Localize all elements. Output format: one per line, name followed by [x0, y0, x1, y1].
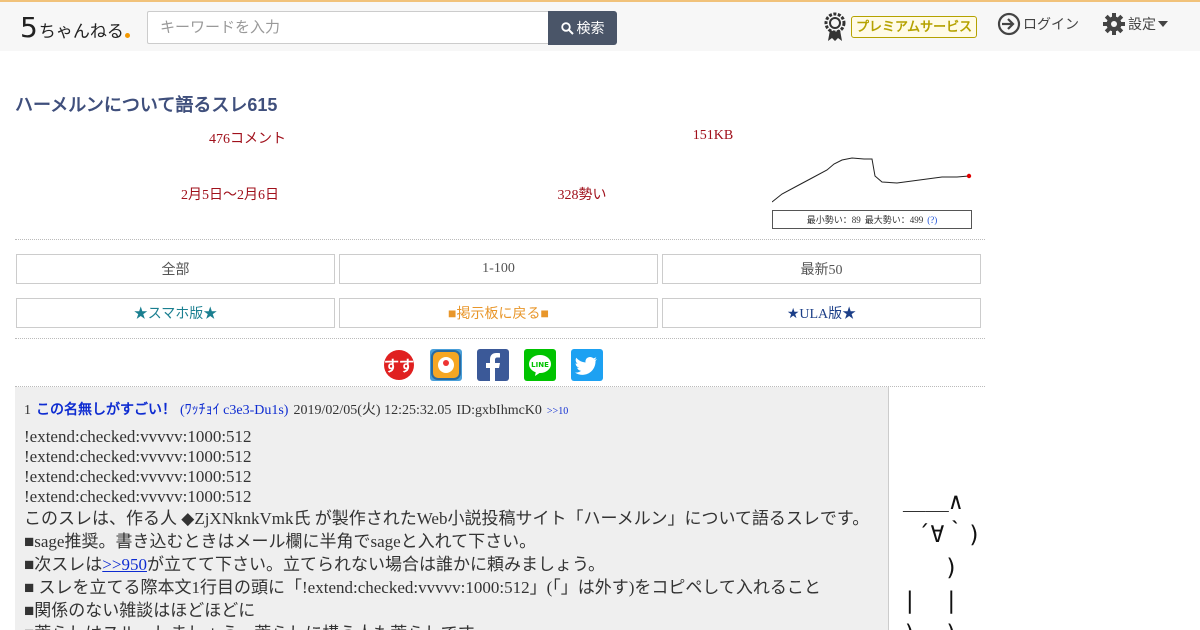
next-thread-prefix: ■次スレは: [24, 555, 103, 574]
divider: [15, 239, 985, 240]
premium-link[interactable]: プレミアムサービス: [823, 12, 978, 42]
login-label: ログイン: [1023, 16, 1079, 32]
search-button[interactable]: 検索: [548, 11, 617, 45]
thread-period: 2月5日〜2月6日: [181, 188, 279, 203]
momentum-max: 最大勢い：499: [864, 215, 924, 225]
next-thread-suffix: が立てて下さい。立てられない場合は誰かに頼みましょう。: [146, 555, 605, 574]
caret-down-icon: [1158, 21, 1168, 27]
logo-dot-icon: [124, 33, 130, 38]
logo-digit: 5: [20, 11, 38, 44]
gear-icon: [1103, 13, 1125, 35]
post-body: !extend:checked:vvvvv:1000:512 !extend:c…: [24, 427, 869, 630]
post-line: ■sage推奨。書き込むときはメール欄に半角でsageと入れて下さい。: [24, 532, 537, 551]
momentum-min: 最小勢い：89: [806, 215, 861, 225]
post-header: 1 この名無しがすごい！ (ﾜｯﾁｮｲ c3e3-Du1s) 2019/02/0…: [24, 399, 568, 419]
post-line: ■関係のない雑談はほどほどに: [24, 601, 256, 620]
nav-ula-button[interactable]: ★ULA版★: [662, 298, 981, 328]
post-line: !extend:checked:vvvvv:1000:512: [24, 447, 252, 466]
search-button-label: 検索: [576, 20, 605, 36]
line-icon[interactable]: LINE: [524, 349, 556, 381]
momentum-current-point: [966, 173, 972, 179]
thread-size: 151KB: [692, 128, 734, 143]
post-line: !extend:checked:vvvvv:1000:512: [24, 467, 252, 486]
thread-title: ハーメルンについて語るスレ615: [15, 95, 278, 115]
nav-all-button[interactable]: 全部: [16, 254, 335, 284]
post-1: 1 この名無しがすごい！ (ﾜｯﾁｮｲ c3e3-Du1s) 2019/02/0…: [15, 387, 889, 630]
search-input[interactable]: キーワードを入力: [147, 11, 549, 44]
post-950-link[interactable]: >>950: [102, 555, 147, 574]
post-line: !extend:checked:vvvvv:1000:512: [24, 427, 252, 446]
svg-text:すす: すす: [384, 357, 414, 375]
post-line: !extend:checked:vvvvv:1000:512: [24, 487, 252, 506]
thread-momentum: 328勢い: [557, 188, 607, 203]
settings-label: 設定: [1128, 16, 1156, 32]
settings-menu[interactable]: 設定: [1102, 12, 1168, 36]
post-number[interactable]: 1: [24, 403, 31, 419]
hatena-icon[interactable]: [430, 349, 462, 381]
login-link[interactable]: ログイン: [997, 12, 1079, 36]
search-icon: [560, 21, 574, 35]
post-line: ■荒らしはスルーしましょう。荒らしに構う人も荒らしです。: [24, 622, 869, 630]
login-icon: [997, 12, 1021, 36]
post-line: ■ スレを立てる際本文1行目の頭に「!extend:checked:vvvvv:…: [24, 578, 821, 597]
facebook-icon[interactable]: [477, 349, 509, 381]
twitter-icon[interactable]: [571, 349, 603, 381]
nav-smartphone-button[interactable]: ★スマホ版★: [16, 298, 335, 328]
nav-1-100-button[interactable]: 1-100: [339, 254, 658, 284]
site-header: 5 ちゃんねる キーワードを入力 検索 プレミアムサービス ログイン 設定: [0, 0, 1200, 51]
premium-badge: プレミアムサービス: [851, 16, 978, 38]
momentum-line: [772, 157, 970, 203]
momentum-caption: 最小勢い：89 最大勢い：499 (?): [772, 210, 972, 229]
line-icon-label: LINE: [531, 361, 549, 369]
comment-count: 476コメント: [209, 132, 286, 147]
nav-latest50-button[interactable]: 最新50: [662, 254, 981, 284]
divider: [15, 338, 985, 339]
award-icon: [824, 12, 846, 41]
post-reply-ref[interactable]: >>10: [547, 406, 568, 417]
post-author-trip: (ﾜｯﾁｮｲ c3e3-Du1s): [180, 403, 289, 418]
susume-icon[interactable]: すす: [383, 349, 415, 381]
momentum-graph: [772, 156, 972, 206]
nav-back-to-board-button[interactable]: ■掲示板に戻る■: [339, 298, 658, 328]
logo-text: ちゃんねる: [38, 22, 124, 42]
post-line: このスレは、作る人 ◆ZjXNknkVmk氏 が製作されたWeb小説投稿サイト「…: [24, 509, 870, 528]
post-line-next-thread: ■次スレは>>950が立てて下さい。立てられない場合は誰かに頼みましょう。: [24, 553, 869, 576]
site-logo[interactable]: 5 ちゃんねる: [20, 10, 130, 42]
momentum-help-link[interactable]: (?): [927, 215, 937, 225]
post-date: 2019/02/05(火) 12:25:32.05: [293, 403, 452, 418]
post-id[interactable]: ID:gxbIhmcK0: [456, 403, 542, 419]
post-author-name: この名無しがすごい！: [36, 401, 176, 417]
ascii-art: ＿＿∧ ´∀｀) ) | | )__): [902, 489, 982, 630]
